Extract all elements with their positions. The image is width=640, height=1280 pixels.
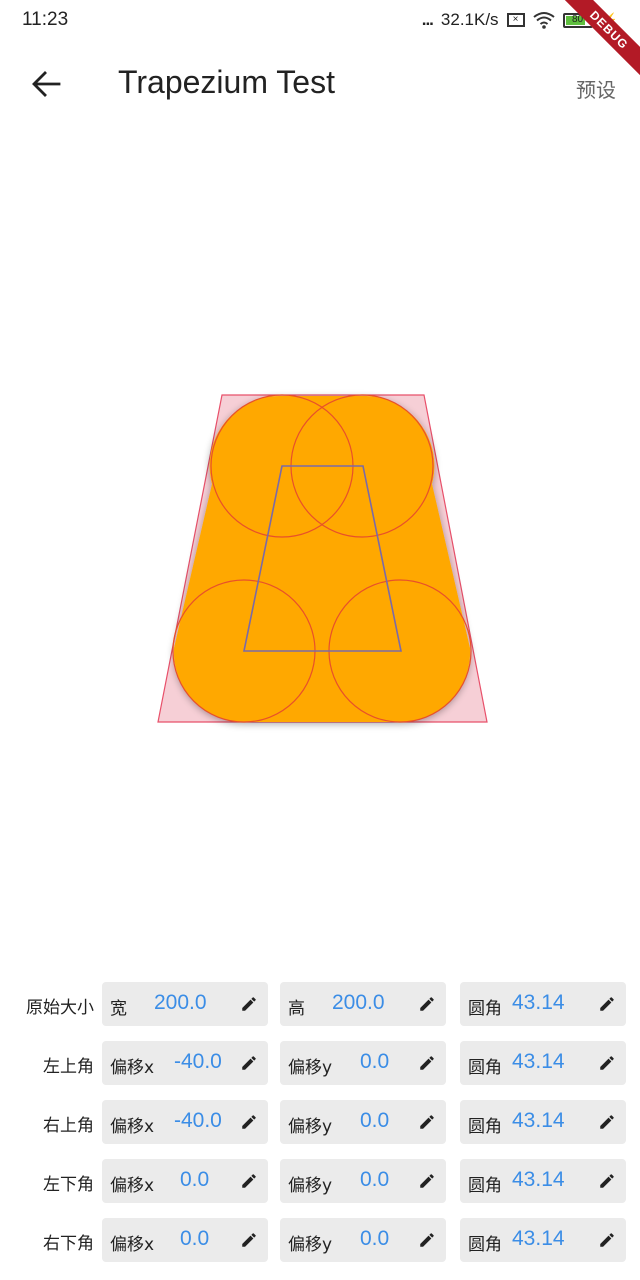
- field-value[interactable]: 43.14: [512, 1050, 602, 1074]
- row-label: 左上角: [43, 1057, 94, 1077]
- offset-y-field[interactable]: 偏移y 0.0: [280, 1218, 446, 1262]
- sim-icon: ×: [506, 13, 525, 27]
- pencil-edit-icon[interactable]: [598, 1231, 616, 1249]
- shape-canvas: [0, 128, 640, 978]
- radius-field[interactable]: 圆角 43.14: [460, 1218, 626, 1262]
- pencil-edit-icon[interactable]: [418, 995, 436, 1013]
- status-time: 11:23: [22, 9, 69, 30]
- field-value[interactable]: 0.0: [360, 1168, 450, 1192]
- app-bar: Trapezium Test 预设: [0, 40, 640, 128]
- more-dots: ...: [421, 10, 434, 29]
- rounded-trapezium-shape: [173, 395, 471, 723]
- pencil-edit-icon[interactable]: [240, 995, 258, 1013]
- field-label: 偏移x: [110, 1058, 155, 1078]
- row-original-size: 原始大小 宽 200.0 高 200.0 圆角 43.14: [0, 982, 640, 1026]
- field-label: 偏移y: [288, 1117, 333, 1137]
- row-label: 右上角: [43, 1116, 94, 1136]
- pencil-edit-icon[interactable]: [598, 1054, 616, 1072]
- preset-button[interactable]: 预设: [576, 74, 616, 103]
- radius-field[interactable]: 圆角 43.14: [460, 1041, 626, 1085]
- pencil-edit-icon[interactable]: [418, 1172, 436, 1190]
- offset-x-field[interactable]: 偏移x 0.0: [102, 1218, 268, 1262]
- field-value[interactable]: 0.0: [360, 1227, 450, 1251]
- page-title: Trapezium Test: [118, 64, 335, 100]
- pencil-edit-icon[interactable]: [598, 1113, 616, 1131]
- field-value[interactable]: 43.14: [512, 991, 602, 1015]
- offset-x-field[interactable]: 偏移x -40.0: [102, 1041, 268, 1085]
- field-value[interactable]: 43.14: [512, 1168, 602, 1192]
- field-label: 偏移x: [110, 1117, 155, 1137]
- field-value[interactable]: 200.0: [332, 991, 422, 1015]
- field-value[interactable]: 200.0: [154, 991, 244, 1015]
- row-label: 左下角: [43, 1175, 94, 1195]
- field-value[interactable]: 43.14: [512, 1227, 602, 1251]
- field-label: 高: [288, 999, 305, 1019]
- row-label: 右下角: [43, 1234, 94, 1254]
- offset-x-field[interactable]: 偏移x 0.0: [102, 1159, 268, 1203]
- network-speed: 32.1K/s: [440, 10, 499, 29]
- radius-field[interactable]: 圆角 43.14: [460, 1100, 626, 1144]
- field-value[interactable]: 0.0: [360, 1109, 450, 1133]
- radius-field[interactable]: 圆角 43.14: [460, 1159, 626, 1203]
- status-bar: 11:23 ... 32.1K/s × 80 ⚡ DEBUG: [0, 0, 640, 84]
- field-label: 偏移x: [110, 1176, 155, 1196]
- pencil-edit-icon[interactable]: [598, 1172, 616, 1190]
- radius-field[interactable]: 圆角 43.14: [460, 982, 626, 1026]
- field-label: 偏移y: [288, 1176, 333, 1196]
- row-top-left: 左上角 偏移x -40.0 偏移y 0.0 圆角 43.14: [0, 1041, 640, 1085]
- pencil-edit-icon[interactable]: [240, 1113, 258, 1131]
- pencil-edit-icon[interactable]: [240, 1231, 258, 1249]
- field-label: 圆角: [468, 1176, 502, 1196]
- pencil-edit-icon[interactable]: [598, 995, 616, 1013]
- height-field[interactable]: 高 200.0: [280, 982, 446, 1026]
- pencil-edit-icon[interactable]: [418, 1054, 436, 1072]
- offset-y-field[interactable]: 偏移y 0.0: [280, 1100, 446, 1144]
- offset-y-field[interactable]: 偏移y 0.0: [280, 1159, 446, 1203]
- arrow-back-icon: [32, 71, 61, 97]
- row-bottom-right: 右下角 偏移x 0.0 偏移y 0.0 圆角 43.14: [0, 1218, 640, 1262]
- offset-y-field[interactable]: 偏移y 0.0: [280, 1041, 446, 1085]
- field-label: 偏移x: [110, 1235, 155, 1255]
- pencil-edit-icon[interactable]: [418, 1113, 436, 1131]
- field-value[interactable]: 0.0: [360, 1050, 450, 1074]
- wifi-icon: [532, 11, 555, 29]
- field-label: 圆角: [468, 1117, 502, 1137]
- row-bottom-left: 左下角 偏移x 0.0 偏移y 0.0 圆角 43.14: [0, 1159, 640, 1203]
- field-label: 宽: [110, 999, 127, 1019]
- row-top-right: 右上角 偏移x -40.0 偏移y 0.0 圆角 43.14: [0, 1100, 640, 1144]
- pencil-edit-icon[interactable]: [240, 1172, 258, 1190]
- back-button[interactable]: [22, 64, 70, 104]
- pencil-edit-icon[interactable]: [418, 1231, 436, 1249]
- offset-x-field[interactable]: 偏移x -40.0: [102, 1100, 268, 1144]
- trapezium-preview: [157, 394, 488, 723]
- field-label: 偏移y: [288, 1058, 333, 1078]
- field-value[interactable]: 43.14: [512, 1109, 602, 1133]
- field-label: 圆角: [468, 1058, 502, 1078]
- field-label: 圆角: [468, 1235, 502, 1255]
- field-label: 偏移y: [288, 1235, 333, 1255]
- pencil-edit-icon[interactable]: [240, 1054, 258, 1072]
- width-field[interactable]: 宽 200.0: [102, 982, 268, 1026]
- field-label: 圆角: [468, 999, 502, 1019]
- row-label: 原始大小: [26, 998, 94, 1018]
